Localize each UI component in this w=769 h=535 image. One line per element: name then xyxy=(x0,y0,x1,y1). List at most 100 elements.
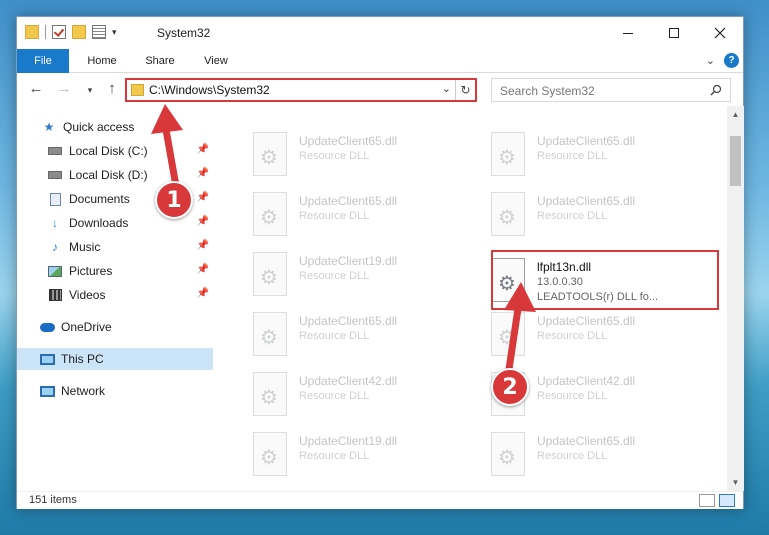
maximize-button[interactable] xyxy=(651,17,697,49)
file-description: Resource DLL xyxy=(299,150,370,162)
dll-file-icon xyxy=(253,312,287,356)
maximize-icon xyxy=(669,28,679,38)
downloads-icon: ↓ xyxy=(52,216,58,230)
new-folder-icon[interactable] xyxy=(72,25,86,39)
sidebar-item-pictures[interactable]: Pictures 📌 xyxy=(17,260,213,282)
tab-share[interactable]: Share xyxy=(135,49,185,73)
pictures-icon xyxy=(47,264,63,278)
dll-file-icon xyxy=(491,192,525,236)
dll-file-icon xyxy=(253,132,287,176)
pin-icon[interactable]: 📌 xyxy=(197,144,209,155)
file-item[interactable]: UpdateClient65.dll Resource DLL xyxy=(239,306,469,362)
back-arrow-icon[interactable]: ← xyxy=(27,80,45,97)
sidebar-item-local-disk-c[interactable]: Local Disk (C:) 📌 xyxy=(17,140,213,162)
file-item[interactable]: UpdateClient65.dll Resource DLL xyxy=(477,186,707,242)
window-controls xyxy=(605,17,743,49)
vertical-scrollbar[interactable]: ▲ ▼ xyxy=(727,106,744,491)
search-placeholder: Search System32 xyxy=(500,84,595,98)
sidebar-item-this-pc[interactable]: This PC xyxy=(17,348,213,370)
dll-file-icon xyxy=(253,192,287,236)
file-name: UpdateClient65.dll xyxy=(299,314,398,328)
forward-arrow-icon[interactable]: → xyxy=(55,80,73,97)
search-icon xyxy=(710,84,722,96)
scroll-up-icon[interactable]: ▲ xyxy=(727,106,744,123)
close-button[interactable] xyxy=(697,17,743,49)
dll-file-icon xyxy=(491,432,525,476)
sidebar-item-quick-access[interactable]: ★ Quick access xyxy=(17,116,213,138)
pin-icon[interactable]: 📌 xyxy=(197,240,209,251)
step-2-badge: 2 xyxy=(491,368,529,406)
navigation-pane: ★ Quick access Local Disk (C:) 📌 Local D… xyxy=(17,106,213,491)
sidebar-item-label: Videos xyxy=(69,288,106,302)
folder-icon xyxy=(25,25,39,39)
minimize-icon xyxy=(623,32,633,34)
dll-file-icon xyxy=(491,132,525,176)
sidebar-item-label: This PC xyxy=(61,352,104,366)
tab-view[interactable]: View xyxy=(193,49,239,73)
file-item[interactable]: UpdateClient65.dll Resource DLL xyxy=(477,426,707,482)
videos-icon xyxy=(47,288,63,302)
dll-file-icon xyxy=(491,312,525,356)
file-description: Resource DLL xyxy=(537,450,608,462)
computer-icon xyxy=(39,352,55,366)
refresh-icon[interactable]: ↻ xyxy=(455,80,475,100)
file-description: Resource DLL xyxy=(299,450,370,462)
sidebar-item-label: Downloads xyxy=(69,216,129,230)
up-arrow-icon[interactable]: ↑ xyxy=(103,80,121,97)
customize-toolbar-chevron-icon[interactable]: ▾ xyxy=(112,27,117,38)
sidebar-item-videos[interactable]: Videos 📌 xyxy=(17,284,213,306)
file-item[interactable]: UpdateClient42.dll Resource DLL xyxy=(239,366,469,422)
recent-locations-chevron-icon[interactable]: ▾ xyxy=(81,85,99,96)
sidebar-item-label: Pictures xyxy=(69,264,113,278)
file-name: UpdateClient65.dll xyxy=(299,194,398,208)
quick-access-toolbar: ▾ xyxy=(25,25,117,39)
pin-icon[interactable]: 📌 xyxy=(197,168,209,179)
file-description: Resource DLL xyxy=(537,150,608,162)
properties-check-icon[interactable] xyxy=(52,25,66,39)
search-input[interactable]: Search System32 xyxy=(491,78,731,102)
scroll-down-icon[interactable]: ▼ xyxy=(727,474,744,491)
help-icon[interactable]: ? xyxy=(724,53,739,68)
details-view-icon[interactable] xyxy=(699,494,715,507)
sidebar-item-onedrive[interactable]: OneDrive xyxy=(17,316,213,338)
pin-icon[interactable]: 📌 xyxy=(197,264,209,275)
pin-icon[interactable]: 📌 xyxy=(197,288,209,299)
tiles-view-icon[interactable] xyxy=(719,494,735,507)
drive-icon xyxy=(47,144,63,158)
file-item[interactable]: UpdateClient65.dll Resource DLL xyxy=(477,306,707,362)
onedrive-icon xyxy=(39,320,55,334)
pin-icon[interactable]: 📌 xyxy=(197,216,209,227)
file-item[interactable]: UpdateClient65.dll Resource DLL xyxy=(477,126,707,182)
sidebar-item-music[interactable]: ♪ Music 📌 xyxy=(17,236,213,258)
item-count: 151 items xyxy=(29,494,77,506)
file-name: UpdateClient65.dll xyxy=(537,134,636,148)
file-name: UpdateClient19.dll xyxy=(299,254,398,268)
file-item[interactable]: UpdateClient65.dll Resource DLL xyxy=(239,186,469,242)
dll-file-icon xyxy=(253,372,287,416)
sidebar-item-label: Music xyxy=(69,240,101,254)
address-bar[interactable]: C:\Windows\System32 ⌄ ↻ xyxy=(125,78,477,102)
status-bar: 151 items xyxy=(17,491,743,509)
pin-icon[interactable]: 📌 xyxy=(197,192,209,203)
address-dropdown-chevron-icon[interactable]: ⌄ xyxy=(442,82,451,95)
file-description: Resource DLL xyxy=(299,210,370,222)
rename-icon[interactable] xyxy=(92,25,106,39)
sidebar-item-label: Quick access xyxy=(63,120,135,134)
sidebar-item-label: OneDrive xyxy=(61,320,112,334)
sidebar-item-network[interactable]: Network xyxy=(17,380,213,402)
file-name: UpdateClient65.dll xyxy=(537,194,636,208)
tab-home[interactable]: Home xyxy=(77,49,127,73)
file-item[interactable]: UpdateClient19.dll Resource DLL xyxy=(239,246,469,302)
address-path[interactable]: C:\Windows\System32 xyxy=(149,83,270,97)
file-item[interactable]: UpdateClient65.dll Resource DLL xyxy=(239,126,469,182)
file-name: UpdateClient19.dll xyxy=(299,434,398,448)
file-item[interactable]: UpdateClient19.dll Resource DLL xyxy=(239,426,469,482)
toolbar-divider xyxy=(45,25,46,39)
file-description: Resource DLL xyxy=(537,210,608,222)
scrollbar-thumb[interactable] xyxy=(730,136,741,186)
expand-ribbon-chevron-icon[interactable]: ⌄ xyxy=(706,54,715,67)
tab-file[interactable]: File xyxy=(17,49,69,73)
minimize-button[interactable] xyxy=(605,17,651,49)
file-name: UpdateClient65.dll xyxy=(299,134,398,148)
title-bar: ▾ System32 xyxy=(17,17,743,49)
